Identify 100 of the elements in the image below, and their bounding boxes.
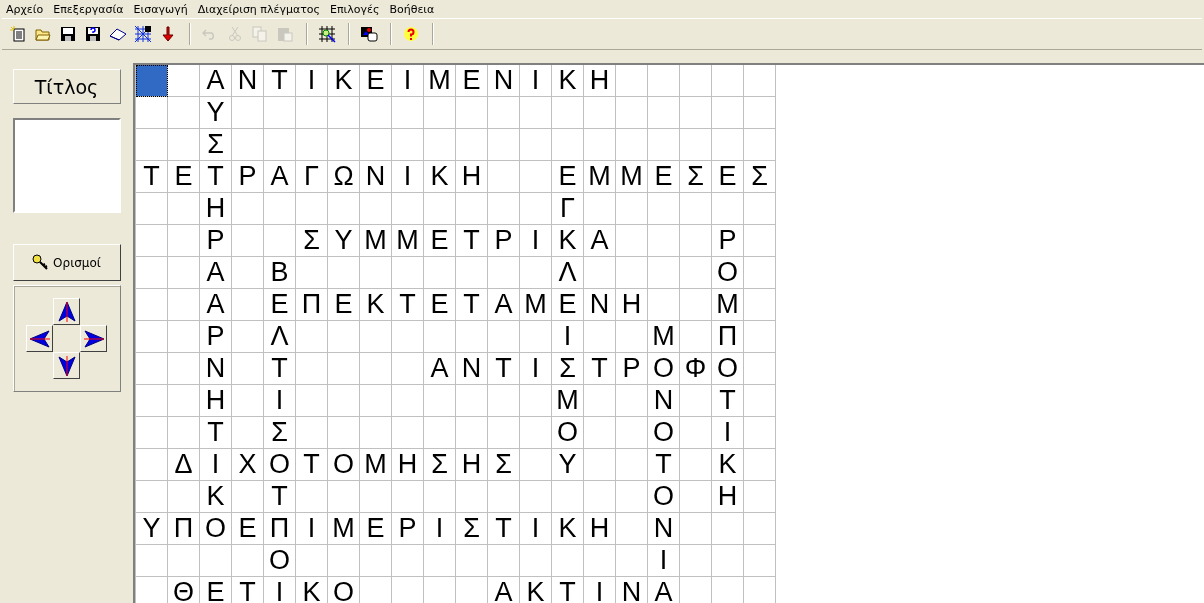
crossword-cell[interactable]: [424, 385, 456, 417]
crossword-cell[interactable]: [424, 193, 456, 225]
crossword-cell[interactable]: [488, 321, 520, 353]
crossword-cell[interactable]: [616, 545, 648, 577]
crossword-cell[interactable]: [232, 417, 264, 449]
crossword-cell[interactable]: Η: [200, 385, 232, 417]
crossword-cell[interactable]: Ε: [168, 161, 200, 193]
crossword-cell[interactable]: [584, 545, 616, 577]
crossword-cell[interactable]: Ρ: [232, 161, 264, 193]
crossword-cell[interactable]: [232, 385, 264, 417]
crossword-cell[interactable]: [744, 353, 776, 385]
crossword-cell[interactable]: [424, 257, 456, 289]
crossword-cell[interactable]: [264, 225, 296, 257]
crossword-cell[interactable]: Ε: [232, 513, 264, 545]
crossword-cell[interactable]: [264, 97, 296, 129]
crossword-cell[interactable]: Τ: [456, 225, 488, 257]
crossword-cell[interactable]: [392, 257, 424, 289]
crossword-cell[interactable]: [232, 129, 264, 161]
crossword-cell[interactable]: [680, 481, 712, 513]
crossword-cell[interactable]: [168, 545, 200, 577]
crossword-cell[interactable]: [328, 97, 360, 129]
crossword-cell[interactable]: Ε: [712, 161, 744, 193]
crossword-cell[interactable]: [648, 193, 680, 225]
crossword-cell[interactable]: [328, 545, 360, 577]
crossword-cell[interactable]: [232, 481, 264, 513]
crossword-cell[interactable]: Ο: [200, 513, 232, 545]
crossword-cell[interactable]: Κ: [712, 449, 744, 481]
crossword-cell[interactable]: [712, 545, 744, 577]
crossword-cell[interactable]: Η: [584, 513, 616, 545]
crossword-cell[interactable]: Ο: [712, 353, 744, 385]
crossword-cell[interactable]: Ε: [424, 289, 456, 321]
crossword-cell[interactable]: [584, 321, 616, 353]
crossword-cell[interactable]: [712, 193, 744, 225]
crossword-cell[interactable]: Σ: [488, 449, 520, 481]
crossword-cell[interactable]: Ο: [712, 257, 744, 289]
crossword-cell[interactable]: Ι: [520, 65, 552, 97]
crossword-cell[interactable]: [616, 257, 648, 289]
crossword-cell[interactable]: [648, 97, 680, 129]
crossword-cell[interactable]: Ρ: [616, 353, 648, 385]
crossword-cell[interactable]: Σ: [680, 161, 712, 193]
crossword-cell[interactable]: [744, 449, 776, 481]
crossword-cell[interactable]: Α: [584, 225, 616, 257]
crossword-cell[interactable]: [392, 545, 424, 577]
crossword-cell[interactable]: Μ: [360, 225, 392, 257]
crossword-cell[interactable]: Σ: [264, 417, 296, 449]
crossword-cell[interactable]: [584, 193, 616, 225]
crossword-cell[interactable]: Λ: [552, 257, 584, 289]
crossword-cell[interactable]: Υ: [136, 513, 168, 545]
crossword-cell[interactable]: [552, 129, 584, 161]
crossword-cell[interactable]: [328, 129, 360, 161]
crossword-cell[interactable]: Μ: [552, 385, 584, 417]
crossword-cell[interactable]: [328, 257, 360, 289]
crossword-cell[interactable]: [296, 545, 328, 577]
crossword-cell[interactable]: Ε: [552, 161, 584, 193]
crossword-cell[interactable]: [488, 417, 520, 449]
crossword-cell[interactable]: [360, 257, 392, 289]
crossword-cell[interactable]: Ι: [392, 161, 424, 193]
crossword-cell[interactable]: Τ: [456, 289, 488, 321]
crossword-cell[interactable]: [520, 129, 552, 161]
crossword-cell[interactable]: [456, 257, 488, 289]
crossword-cell[interactable]: Σ: [296, 225, 328, 257]
crossword-cell[interactable]: [232, 353, 264, 385]
crossword-cell[interactable]: Ν: [456, 353, 488, 385]
crossword-cell[interactable]: [168, 257, 200, 289]
crossword-cell[interactable]: [520, 321, 552, 353]
crossword-cell[interactable]: [616, 385, 648, 417]
crossword-cell[interactable]: [488, 257, 520, 289]
crossword-cell[interactable]: [136, 449, 168, 481]
crossword-cell[interactable]: [712, 513, 744, 545]
crossword-cell[interactable]: [392, 321, 424, 353]
crossword-cell[interactable]: [712, 97, 744, 129]
crossword-cell[interactable]: Μ: [712, 289, 744, 321]
crossword-cell[interactable]: Τ: [264, 65, 296, 97]
crossword-cell[interactable]: Ν: [648, 513, 680, 545]
crossword-cell[interactable]: [232, 97, 264, 129]
crossword-cell[interactable]: Φ: [680, 353, 712, 385]
crossword-cell[interactable]: [744, 65, 776, 97]
crossword-cell[interactable]: [168, 385, 200, 417]
crossword-cell[interactable]: Σ: [200, 129, 232, 161]
crossword-cell[interactable]: Ε: [648, 161, 680, 193]
crossword-cell[interactable]: Χ: [232, 449, 264, 481]
crossword-cell[interactable]: [296, 257, 328, 289]
crossword-cell[interactable]: Τ: [584, 353, 616, 385]
crossword-cell[interactable]: Ν: [360, 161, 392, 193]
crossword-cell[interactable]: [520, 161, 552, 193]
crossword-cell[interactable]: [744, 193, 776, 225]
crossword-cell[interactable]: Ι: [392, 65, 424, 97]
crossword-cell[interactable]: Α: [264, 161, 296, 193]
crossword-cell[interactable]: Η: [200, 193, 232, 225]
crossword-cell[interactable]: [488, 97, 520, 129]
crossword-cell[interactable]: [456, 193, 488, 225]
menu-item[interactable]: Αρχείο: [2, 2, 50, 16]
crossword-cell[interactable]: [328, 385, 360, 417]
crossword-cell[interactable]: [520, 545, 552, 577]
crossword-cell[interactable]: Η: [456, 449, 488, 481]
crossword-cell[interactable]: [488, 481, 520, 513]
crossword-cell[interactable]: [168, 289, 200, 321]
crossword-cell[interactable]: Ν: [584, 289, 616, 321]
crossword-cell[interactable]: [584, 129, 616, 161]
crossword-cell[interactable]: Ι: [296, 513, 328, 545]
